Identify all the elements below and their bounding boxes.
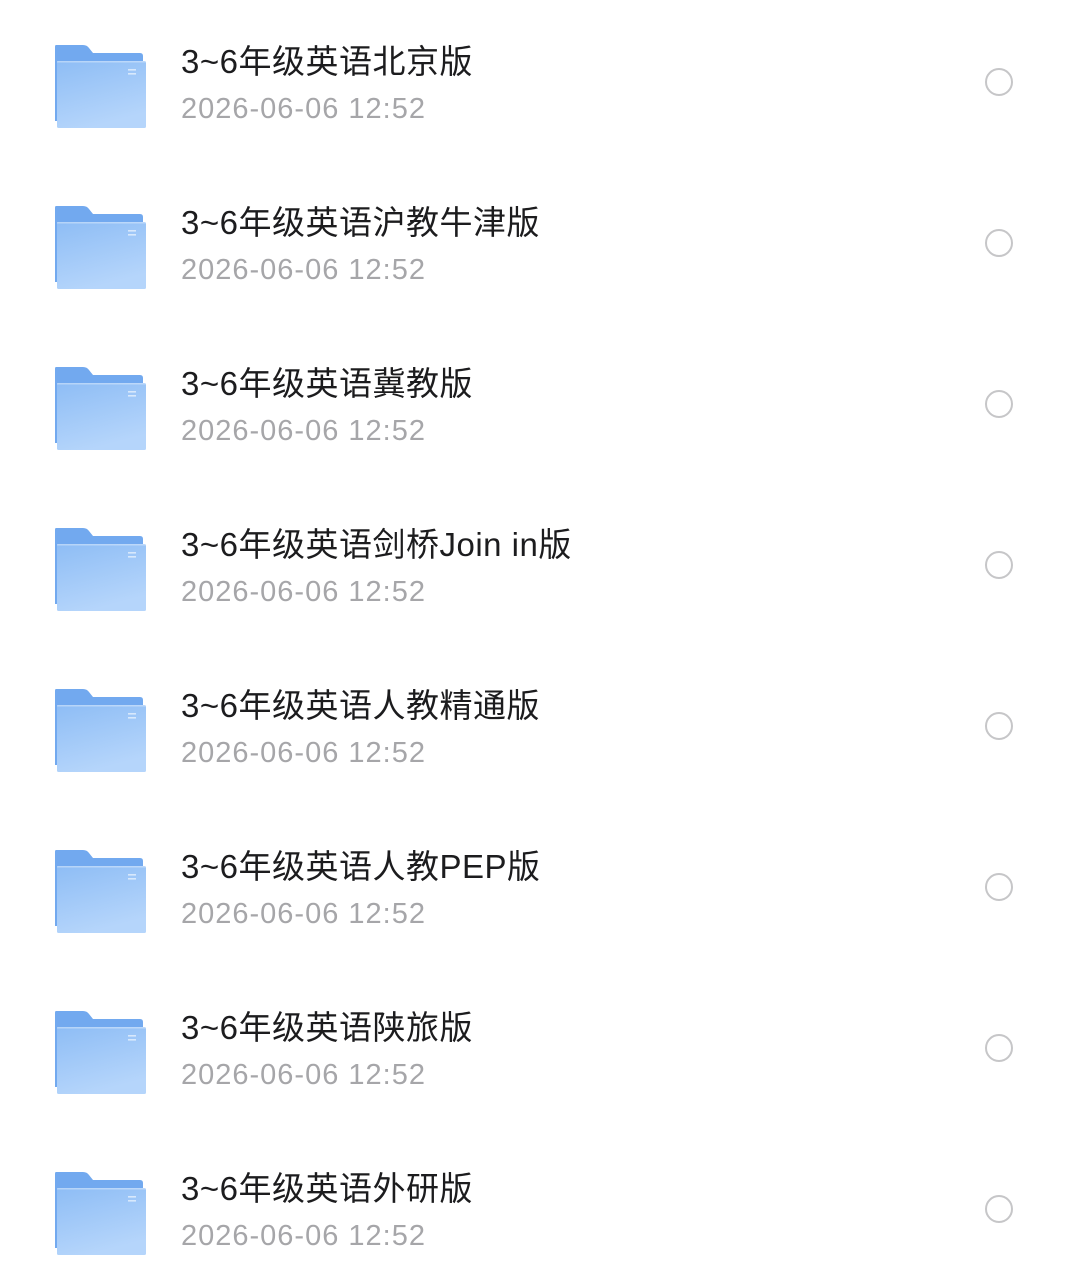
select-radio[interactable] — [985, 551, 1013, 579]
file-date: 2026-06-06 12:52 — [181, 1059, 426, 1091]
file-name: 3~6年级英语陕旅版 — [181, 1009, 473, 1046]
select-radio[interactable] — [985, 68, 1013, 96]
file-name: 3~6年级英语外研版 — [181, 1170, 473, 1207]
file-row[interactable]: 3~6年级英语人教精通版 2026-06-06 12:52 — [0, 644, 1080, 804]
file-row[interactable]: 3~6年级英语沪教牛津版 2026-06-06 12:52 — [0, 161, 1080, 321]
folder-icon — [53, 1170, 147, 1256]
file-date: 2026-06-06 12:52 — [181, 737, 426, 769]
file-date: 2026-06-06 12:52 — [181, 254, 426, 286]
select-radio[interactable] — [985, 1195, 1013, 1223]
folder-icon — [53, 204, 147, 290]
select-radio[interactable] — [985, 229, 1013, 257]
file-date: 2026-06-06 12:52 — [181, 415, 426, 447]
file-name: 3~6年级英语冀教版 — [181, 365, 473, 402]
folder-icon — [53, 365, 147, 451]
file-date: 2026-06-06 12:52 — [181, 1220, 426, 1252]
select-radio[interactable] — [985, 873, 1013, 901]
select-radio[interactable] — [985, 712, 1013, 740]
folder-icon — [53, 43, 147, 129]
folder-icon — [53, 687, 147, 773]
file-date: 2026-06-06 12:52 — [181, 93, 426, 125]
select-radio[interactable] — [985, 390, 1013, 418]
file-row[interactable]: 3~6年级英语陕旅版 2026-06-06 12:52 — [0, 966, 1080, 1126]
file-name: 3~6年级英语人教精通版 — [181, 687, 540, 724]
file-row[interactable]: 3~6年级英语剑桥Join in版 2026-06-06 12:52 — [0, 483, 1080, 643]
file-name: 3~6年级英语人教PEP版 — [181, 848, 541, 885]
folder-icon — [53, 526, 147, 612]
file-date: 2026-06-06 12:52 — [181, 898, 426, 930]
select-radio[interactable] — [985, 1034, 1013, 1062]
folder-icon — [53, 1009, 147, 1095]
file-name: 3~6年级英语北京版 — [181, 43, 473, 80]
file-name: 3~6年级英语剑桥Join in版 — [181, 526, 572, 563]
file-row[interactable]: 3~6年级英语外研版 2026-06-06 12:52 — [0, 1127, 1080, 1287]
file-row[interactable]: 3~6年级英语冀教版 2026-06-06 12:52 — [0, 322, 1080, 482]
file-row[interactable]: 3~6年级英语北京版 2026-06-06 12:52 — [0, 0, 1080, 160]
folder-icon — [53, 848, 147, 934]
file-name: 3~6年级英语沪教牛津版 — [181, 204, 540, 241]
file-row[interactable]: 3~6年级英语人教PEP版 2026-06-06 12:52 — [0, 805, 1080, 965]
file-list: 3~6年级英语北京版 2026-06-06 12:52 3~6年级英语沪教牛津版… — [0, 0, 1080, 1258]
file-date: 2026-06-06 12:52 — [181, 576, 426, 608]
